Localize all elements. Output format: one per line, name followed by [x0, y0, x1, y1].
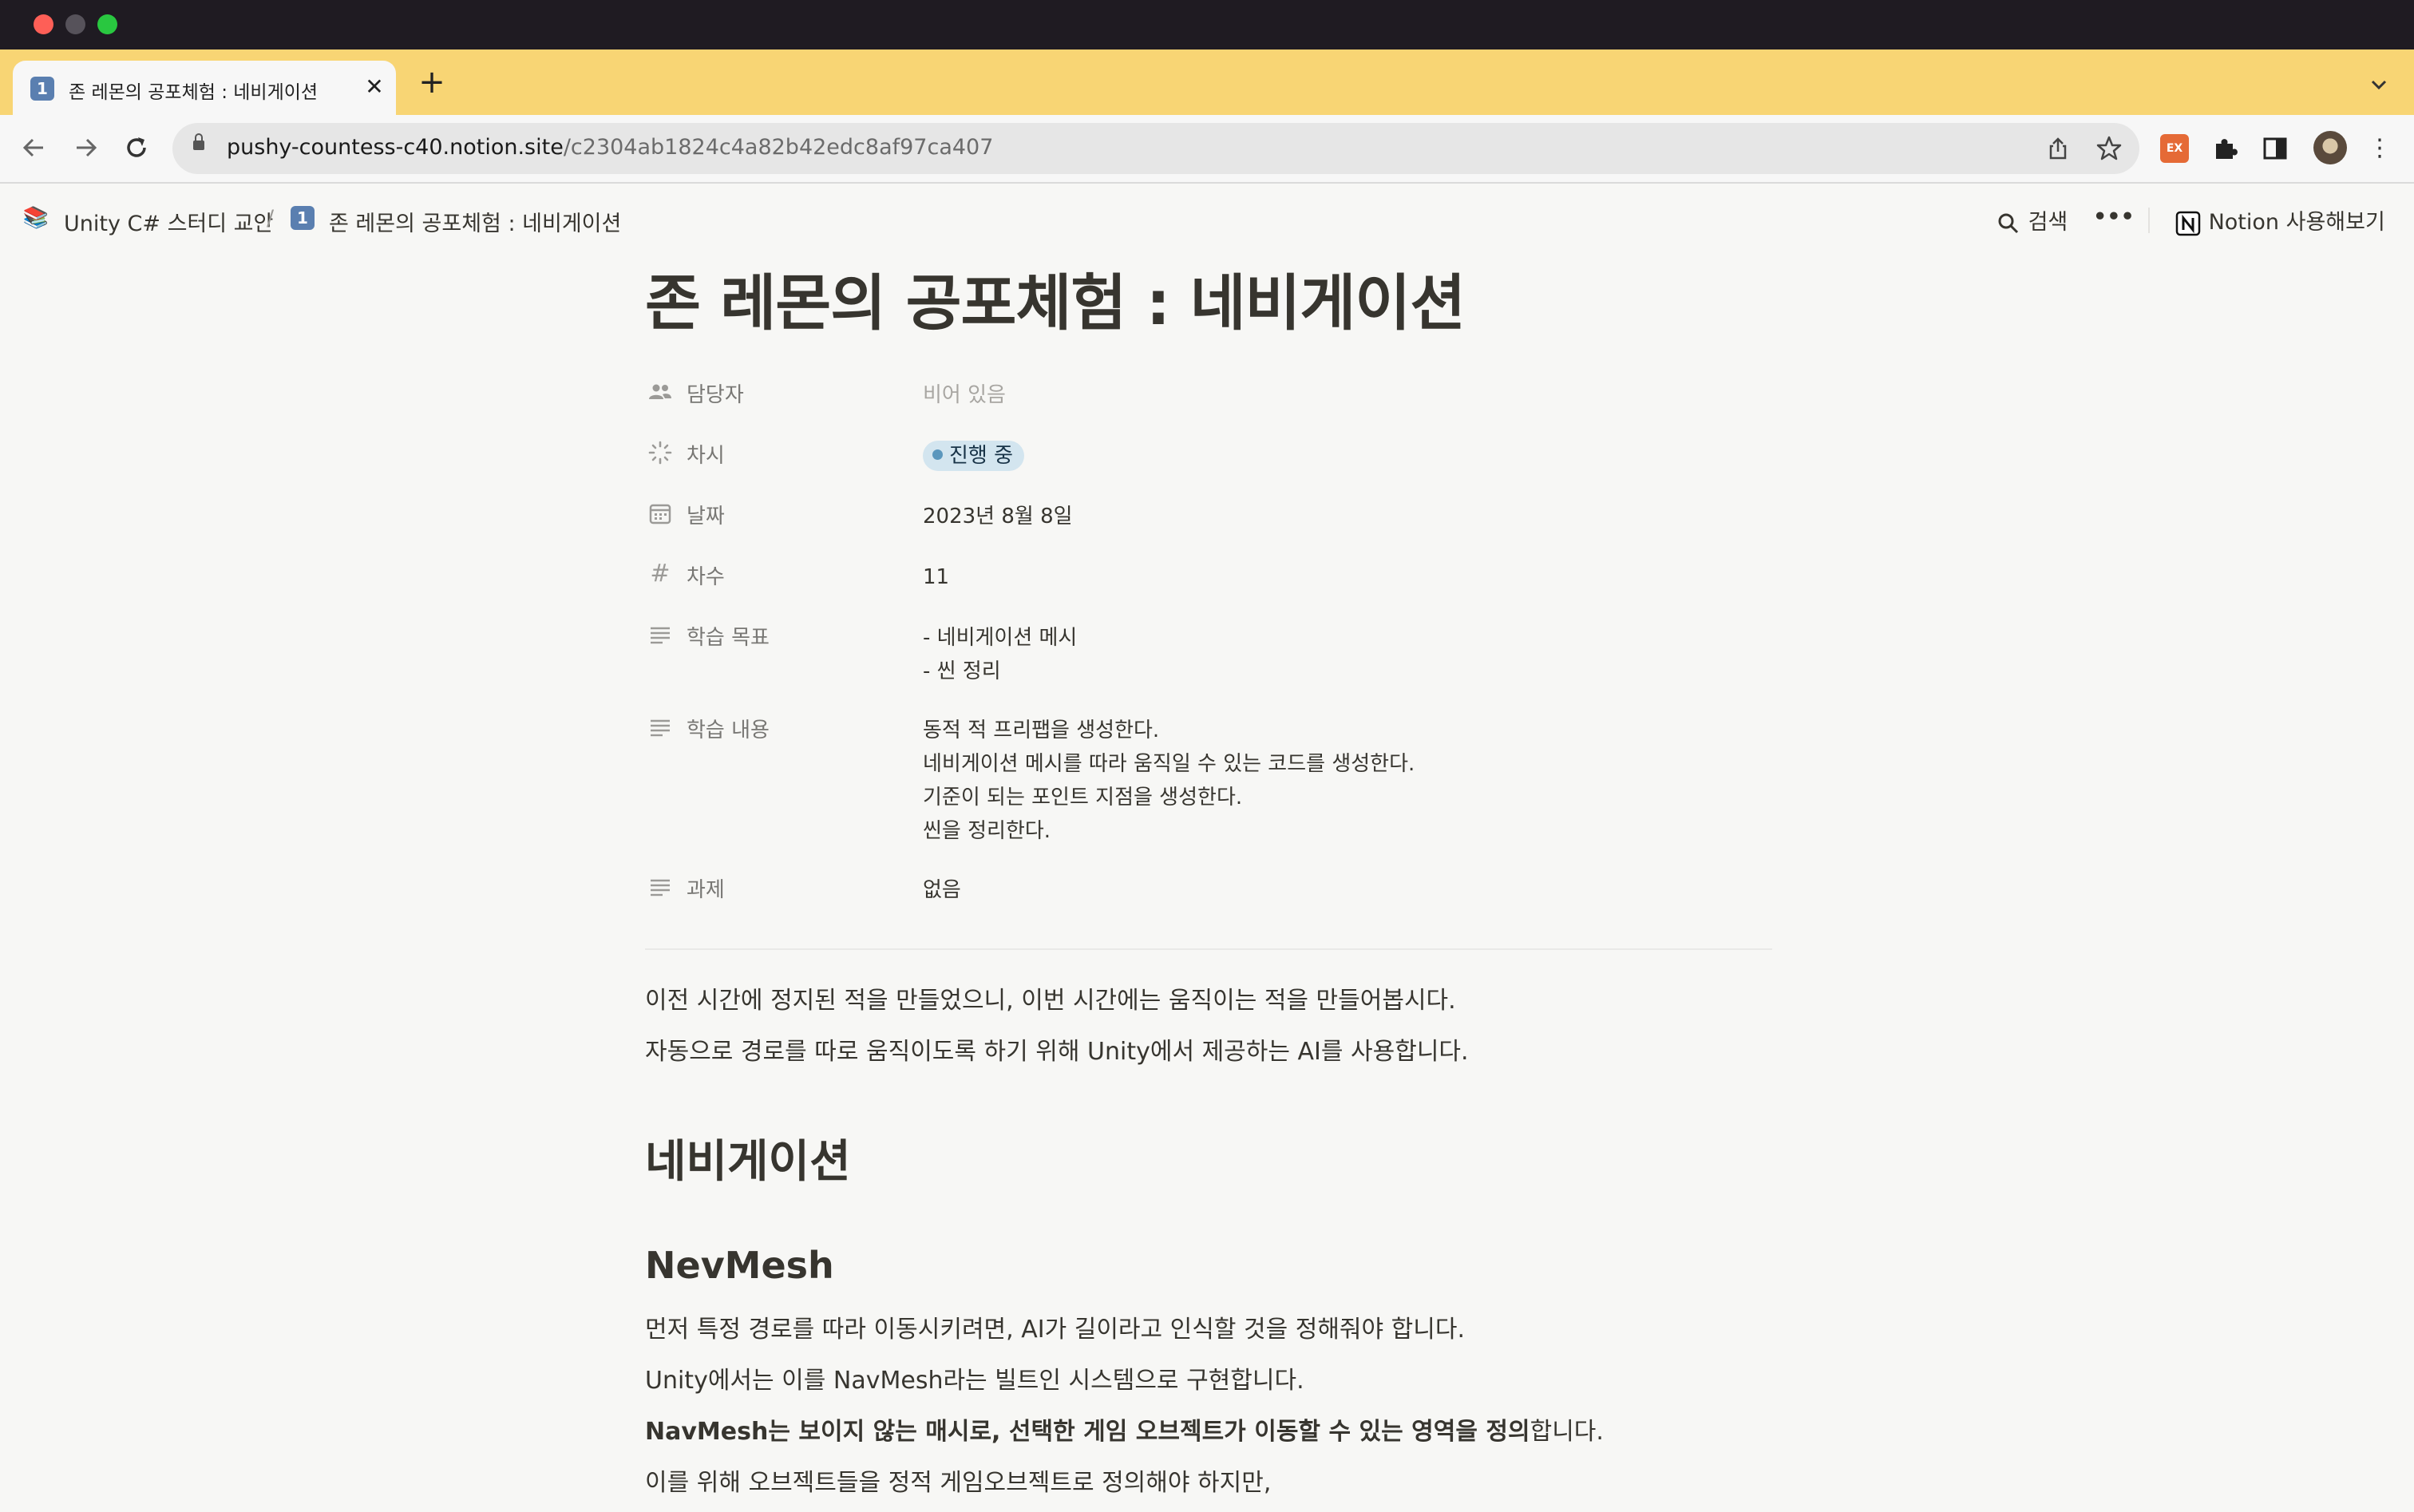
side-panel-icon[interactable] [2261, 134, 2289, 163]
zoom-window-button[interactable] [97, 14, 117, 34]
notion-topbar: 📚 Unity C# 스터디 교안 / 1 존 레몬의 공포체험 : 네비게이션… [0, 184, 2414, 254]
books-icon: 📚 [22, 206, 49, 230]
page-title: 존 레몬의 공포체험 : 네비게이션 [645, 267, 1466, 338]
intro-paragraph: 자동으로 경로를 따로 움직이도록 하기 위해 Unity에서 제공하는 AI를… [645, 1038, 1469, 1066]
share-icon[interactable] [2042, 133, 2074, 164]
url-host: pushy-countess-c40.notion.site [227, 135, 564, 160]
value-line: 기준이 되는 포인트 지점을 생성한다. [923, 786, 1243, 809]
profile-avatar[interactable] [2313, 131, 2347, 164]
keycap-one-icon: 1 [30, 77, 54, 101]
keycap-one-icon: 1 [289, 204, 316, 232]
property-value: 없음 [923, 878, 961, 902]
side-panel-glyph [2263, 137, 2287, 160]
properties-divider [645, 948, 1772, 950]
bold-text: NavMesh는 보이지 않는 매시로, 선택한 게임 오브젝트가 이동할 수 … [645, 1418, 1530, 1446]
tab-title: 존 레몬의 공포체험 : 네비게이션 [69, 82, 319, 103]
more-options-button[interactable]: ••• [2093, 204, 2135, 229]
tab-search-button[interactable] [2363, 69, 2395, 101]
text-lines-glyph [651, 879, 670, 897]
browser-toolbar: pushy-countess-c40.notion.site/c2304ab18… [0, 115, 2414, 184]
intro-paragraph: 이전 시간에 정지된 적을 만들었으니, 이번 시간에는 움직이는 적을 만들어… [645, 987, 1456, 1015]
new-tab-button[interactable]: + [414, 65, 450, 102]
status-spinner-icon [647, 439, 674, 466]
body-paragraph: 먼저 특정 경로를 따라 이동시키려면, AI가 길이라고 인식할 것을 정해줘… [645, 1316, 1466, 1344]
property-name: 학습 내용 [687, 718, 770, 742]
url-text[interactable]: pushy-countess-c40.notion.site/c2304ab18… [227, 135, 993, 160]
notion-logo-icon [2175, 211, 2201, 236]
reload-icon [127, 137, 146, 157]
property-name: 담당자 [687, 383, 744, 407]
heading-navigation: 네비게이션 [645, 1136, 851, 1188]
property-value: 동적 적 프리팹을 생성한다. 네비게이션 메시를 따라 움직일 수 있는 코드… [923, 714, 1415, 848]
value-line: 동적 적 프리팹을 생성한다. [923, 718, 1160, 742]
status-label: 진행 중 [949, 444, 1014, 468]
puzzle-extensions-icon[interactable] [2211, 134, 2240, 163]
browser-menu-icon[interactable]: ⋮ [2368, 131, 2392, 166]
status-dot [932, 449, 943, 460]
property-value: 2023년 8월 8일 [923, 505, 1073, 528]
puzzle-glyph [2216, 139, 2238, 159]
property-name: 과제 [687, 878, 725, 902]
extension-ex-icon[interactable]: EX [2160, 134, 2189, 163]
property-value: 진행 중 [923, 439, 1025, 473]
try-notion-label: Notion 사용해보기 [2208, 210, 2385, 235]
tab-strip: 1 존 레몬의 공포체험 : 네비게이션 ✕ + [0, 49, 2414, 115]
body-paragraph: Unity에서는 이를 NavMesh라는 빌트인 시스템으로 구현합니다. [645, 1367, 1304, 1395]
regular-text: 합니다. [1530, 1418, 1604, 1446]
calendar-icon [647, 500, 674, 527]
browser-tab[interactable]: 1 존 레몬의 공포체험 : 네비게이션 ✕ [13, 61, 396, 115]
heading-navmesh: NevMesh [645, 1244, 834, 1287]
search-icon [1998, 213, 2019, 233]
url-path: /c2304ab1824c4a82b42edc8af97ca407 [563, 135, 994, 160]
property-value: - 네비게이션 메시 - 씬 정리 [923, 621, 1077, 688]
address-bar[interactable]: pushy-countess-c40.notion.site/c2304ab18… [172, 123, 2139, 174]
property-value: 비어 있음 [923, 383, 1006, 407]
arrow-left-icon [22, 138, 43, 157]
search-button[interactable]: 검색 [1996, 204, 2068, 236]
lock-icon [193, 133, 204, 150]
back-button[interactable] [14, 128, 54, 168]
reload-button[interactable] [117, 128, 156, 168]
share-glyph [2049, 137, 2067, 160]
arrow-right-icon [77, 138, 97, 157]
breadcrumb-current[interactable]: 존 레몬의 공포체험 : 네비게이션 [329, 206, 621, 237]
property-name: 학습 목표 [687, 626, 770, 650]
minimize-window-button[interactable] [65, 14, 85, 34]
property-name: 날짜 [687, 505, 725, 528]
search-label: 검색 [2028, 210, 2068, 235]
text-lines-glyph [651, 627, 670, 644]
value-line: 씬을 정리한다. [923, 819, 1051, 843]
star-glyph [2096, 136, 2122, 160]
property-name: 차수 [687, 565, 725, 589]
hash-icon: # [650, 560, 671, 588]
property-name: 차시 [687, 444, 725, 468]
value-line: - 네비게이션 메시 [923, 626, 1078, 650]
text-lines-icon [647, 621, 674, 648]
breadcrumb-parent[interactable]: Unity C# 스터디 교안 [64, 206, 273, 237]
tab-close-icon[interactable]: ✕ [361, 72, 388, 102]
text-lines-icon [647, 873, 674, 900]
property-value: 11 [923, 565, 950, 589]
status-badge: 진행 중 [923, 441, 1025, 471]
topbar-divider [2148, 208, 2150, 233]
bookmark-star-icon[interactable] [2093, 133, 2125, 164]
spinner-glyph [648, 441, 672, 465]
try-notion-button[interactable]: Notion 사용해보기 [2175, 204, 2385, 237]
people-glyph [649, 384, 671, 399]
value-line: 네비게이션 메시를 따라 움직일 수 있는 코드를 생성한다. [923, 752, 1415, 776]
people-icon [647, 378, 674, 406]
value-line: - 씬 정리 [923, 659, 1001, 683]
forward-button[interactable] [65, 128, 105, 168]
window-titlebar [0, 0, 2414, 49]
text-lines-icon [647, 714, 674, 741]
close-window-button[interactable] [34, 14, 53, 34]
body-paragraph: NavMesh는 보이지 않는 매시로, 선택한 게임 오브젝트가 이동할 수 … [645, 1411, 1604, 1447]
body-paragraph: 이를 위해 오브젝트들을 정적 게임오브젝트로 정의해야 하지만, [645, 1469, 1272, 1497]
chevron-down-icon [2371, 80, 2387, 90]
breadcrumb-separator: / [267, 206, 275, 231]
calendar-glyph [649, 504, 671, 524]
text-lines-glyph [651, 719, 670, 737]
